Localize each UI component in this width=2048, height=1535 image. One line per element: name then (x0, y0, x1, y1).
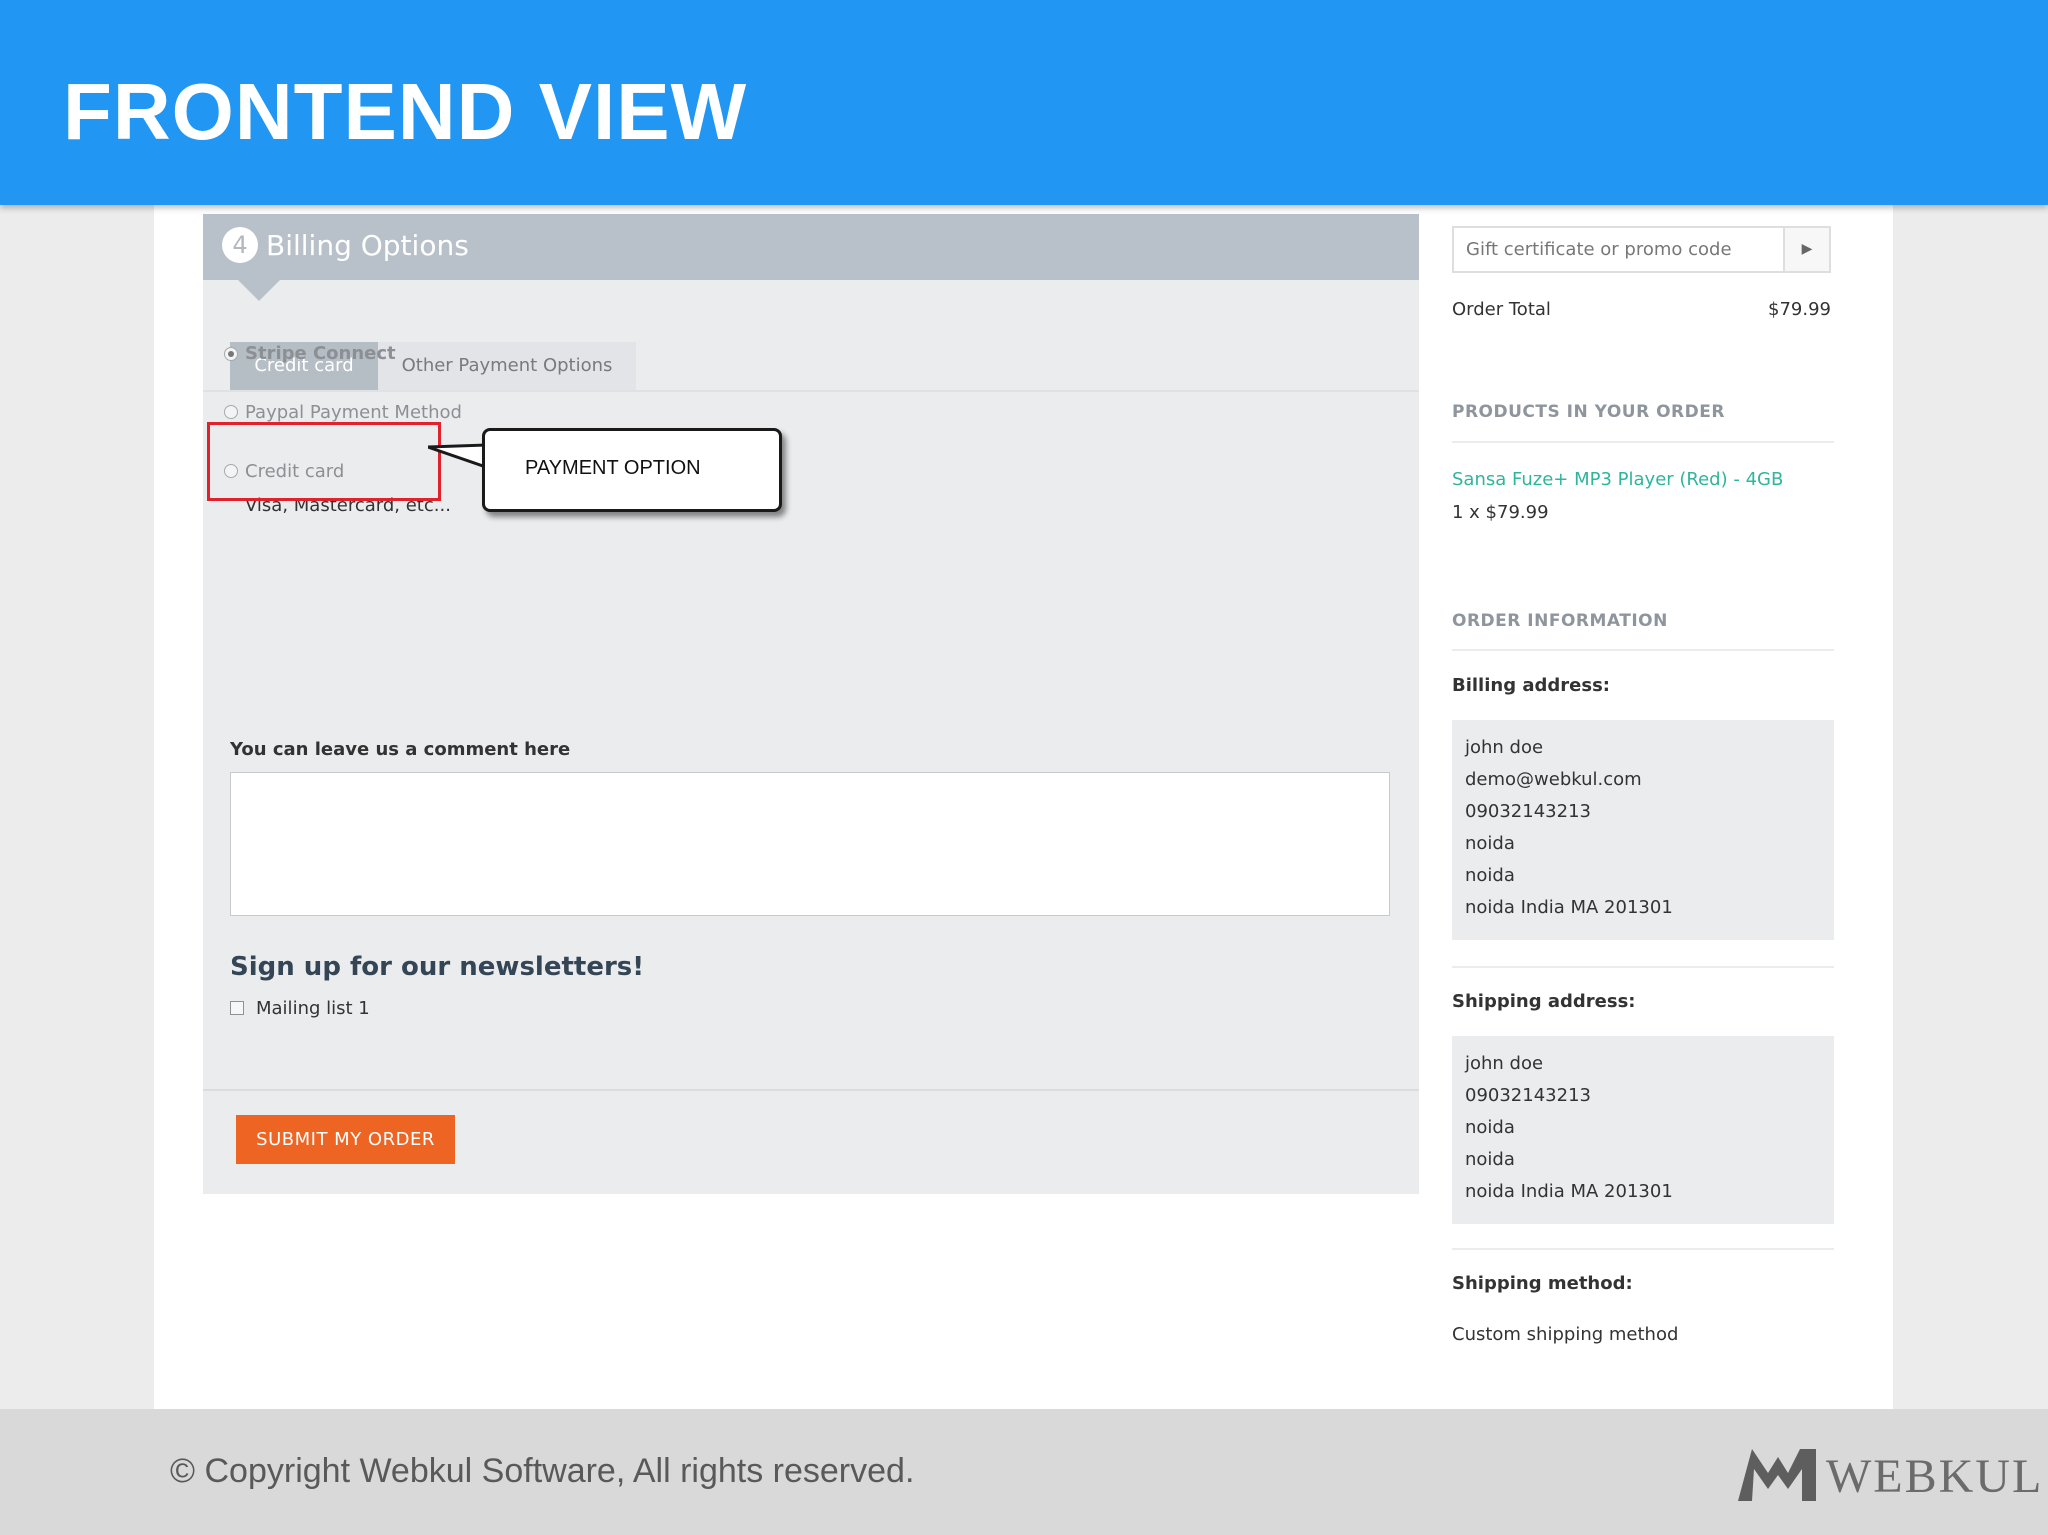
order-total-value: $79.99 (1768, 299, 1831, 320)
slide-title: FRONTEND VIEW (63, 67, 748, 156)
callout-pointer-icon (428, 443, 488, 470)
billing-address-line: noida India MA 201301 (1465, 897, 1673, 918)
billing-address-line: demo@webkul.com (1465, 769, 1642, 790)
comment-label: You can leave us a comment here (230, 739, 571, 760)
copyright-text: © Copyright Webkul Software, All rights … (170, 1452, 915, 1490)
billing-footer-divider (203, 1089, 1419, 1091)
callout-text: PAYMENT OPTION (525, 457, 701, 479)
play-arrow-icon: ▶ (1801, 241, 1813, 257)
slide-footer: © Copyright Webkul Software, All rights … (0, 1409, 2048, 1535)
billing-address-label: Billing address: (1452, 675, 1610, 696)
product-quantity-price: 1 x $79.99 (1452, 502, 1549, 523)
billing-address-box: john doe demo@webkul.com 09032143213 noi… (1452, 720, 1834, 940)
mailing-list-label[interactable]: Mailing list 1 (256, 997, 370, 1021)
shipping-address-box: john doe 09032143213 noida noida noida I… (1452, 1036, 1834, 1224)
shipping-address-label: Shipping address: (1452, 991, 1636, 1012)
slide-banner: FRONTEND VIEW (0, 0, 2048, 205)
mailing-list-checkbox[interactable] (230, 1001, 244, 1015)
webkul-logo: WEBKUL (1738, 1447, 2041, 1505)
shipping-address-line: noida (1465, 1117, 1515, 1138)
products-heading: PRODUCTS IN YOUR ORDER (1452, 402, 1725, 422)
shipping-divider (1452, 1248, 1834, 1250)
webkul-logo-text: WEBKUL (1826, 1450, 2044, 1503)
shipping-method-value: Custom shipping method (1452, 1324, 1679, 1345)
stripe-connect-label[interactable]: Stripe Connect (245, 342, 396, 366)
order-info-divider (1452, 649, 1834, 651)
shipping-address-line: 09032143213 (1465, 1085, 1591, 1106)
address-divider (1452, 966, 1834, 968)
tab-divider (203, 390, 1419, 392)
order-summary-sidebar: Gift certificate or promo code ▶ Order T… (1452, 226, 1836, 1376)
promo-apply-button[interactable]: ▶ (1783, 228, 1829, 271)
promo-code-field[interactable]: Gift certificate or promo code ▶ (1452, 226, 1831, 273)
submit-order-button[interactable]: SUBMIT MY ORDER (236, 1115, 455, 1164)
billing-header: 4 Billing Options (203, 214, 1419, 280)
webkul-logo-mark-icon (1738, 1449, 1816, 1501)
order-info-heading: ORDER INFORMATION (1452, 611, 1668, 631)
paypal-radio[interactable] (224, 405, 238, 419)
billing-address-line: noida (1465, 865, 1515, 886)
shipping-address-line: noida (1465, 1149, 1515, 1170)
tab-other-payment-options[interactable]: Other Payment Options (378, 342, 636, 390)
step-number-badge: 4 (222, 227, 258, 263)
billing-options-panel: 4 Billing Options Credit card Other Paym… (203, 214, 1419, 1194)
billing-address-line: noida (1465, 833, 1515, 854)
product-link[interactable]: Sansa Fuze+ MP3 Player (Red) - 4GB (1452, 468, 1783, 492)
payment-option-highlight (207, 422, 441, 501)
header-arrow-icon (238, 280, 280, 301)
order-total-label: Order Total (1452, 299, 1551, 320)
billing-title: Billing Options (266, 229, 469, 262)
comment-textarea[interactable] (230, 772, 1390, 916)
shipping-address-line: john doe (1465, 1053, 1544, 1074)
promo-code-input[interactable]: Gift certificate or promo code (1466, 228, 1732, 271)
shipping-address-line: noida India MA 201301 (1465, 1181, 1673, 1202)
stripe-connect-radio[interactable] (224, 347, 238, 361)
billing-address-line: john doe (1465, 737, 1544, 758)
products-divider (1452, 441, 1834, 443)
newsletter-heading: Sign up for our newsletters! (230, 952, 645, 982)
payment-option-callout: PAYMENT OPTION (482, 428, 782, 512)
shipping-method-label: Shipping method: (1452, 1273, 1633, 1294)
billing-address-line: 09032143213 (1465, 801, 1591, 822)
